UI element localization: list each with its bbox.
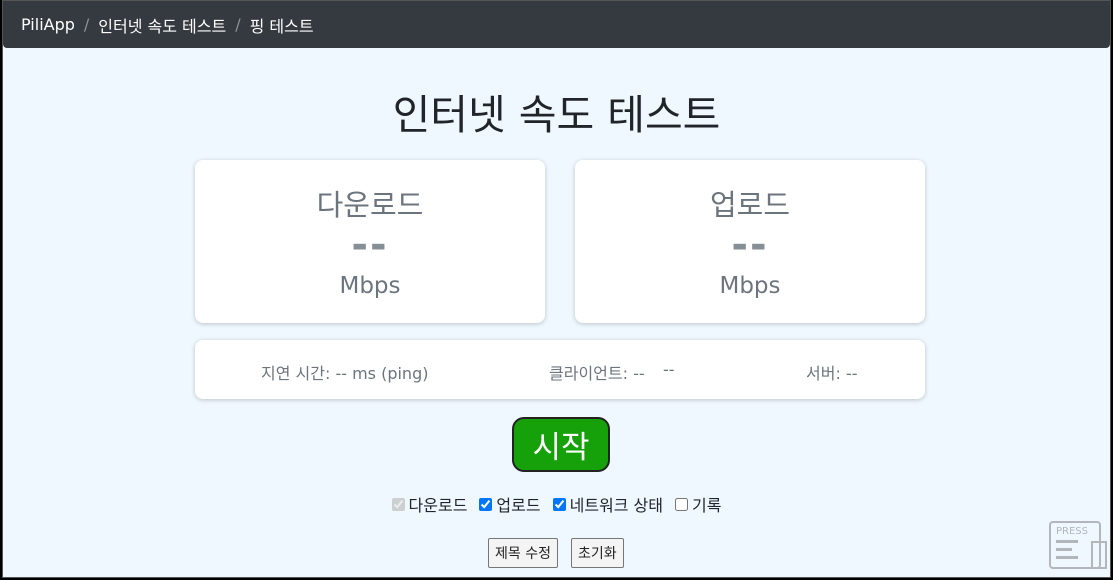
option-upload-label: 업로드 <box>496 496 541 515</box>
option-history[interactable]: 기록 <box>675 492 721 516</box>
download-unit: Mbps <box>339 273 401 299</box>
breadcrumb-speed-test[interactable]: 인터넷 속도 테스트 <box>98 13 226 37</box>
svg-text:PRESS: PRESS <box>1056 526 1088 537</box>
upload-label: 업로드 <box>709 188 791 222</box>
client-text: 클라이언트: -- <box>549 364 645 383</box>
option-network-status-label: 네트워크 상태 <box>569 496 663 515</box>
page-title: 인터넷 속도 테스트 <box>392 91 721 139</box>
download-card: 다운로드 -- Mbps <box>195 160 545 323</box>
breadcrumb-home[interactable]: PiliApp <box>21 15 75 34</box>
option-download-checkbox[interactable] <box>391 497 405 511</box>
start-button[interactable]: 시작 <box>512 417 610 472</box>
download-value: -- <box>351 222 389 268</box>
app-frame: PiliApp / 인터넷 속도 테스트 / 핑 테스트 인터넷 속도 테스트 … <box>2 0 1111 578</box>
upload-unit: Mbps <box>719 273 781 299</box>
server-text: 서버: -- <box>806 364 858 383</box>
latency-text: 지연 시간: -- ms (ping) <box>261 364 429 383</box>
option-upload-checkbox[interactable] <box>479 497 493 511</box>
upload-value: -- <box>731 222 769 268</box>
press-icon[interactable]: PRESS <box>1048 520 1110 572</box>
option-history-checkbox[interactable] <box>675 497 688 511</box>
breadcrumb-separator: / <box>83 15 90 34</box>
upload-card: 업로드 -- Mbps <box>575 160 925 323</box>
options-row: 다운로드 업로드 네트워크 상태 기록 <box>3 492 1110 516</box>
edit-title-button[interactable]: 제목 수정 <box>488 538 558 568</box>
option-history-label: 기록 <box>692 496 722 515</box>
option-download[interactable]: 다운로드 <box>391 492 468 516</box>
breadcrumb-ping-test[interactable]: 핑 테스트 <box>250 13 314 37</box>
breadcrumb-separator: / <box>235 15 241 34</box>
option-network-status[interactable]: 네트워크 상태 <box>552 492 663 516</box>
breadcrumb: PiliApp / 인터넷 속도 테스트 / 핑 테스트 <box>3 1 1110 48</box>
download-label: 다운로드 <box>316 188 424 222</box>
option-upload[interactable]: 업로드 <box>479 492 541 516</box>
client-extra-text: -- <box>663 360 675 379</box>
info-card: 지연 시간: -- ms (ping) 클라이언트: -- -- 서버: -- <box>195 340 925 399</box>
option-download-label: 다운로드 <box>408 496 468 515</box>
option-network-status-checkbox[interactable] <box>552 497 566 511</box>
reset-button[interactable]: 초기화 <box>571 538 624 568</box>
